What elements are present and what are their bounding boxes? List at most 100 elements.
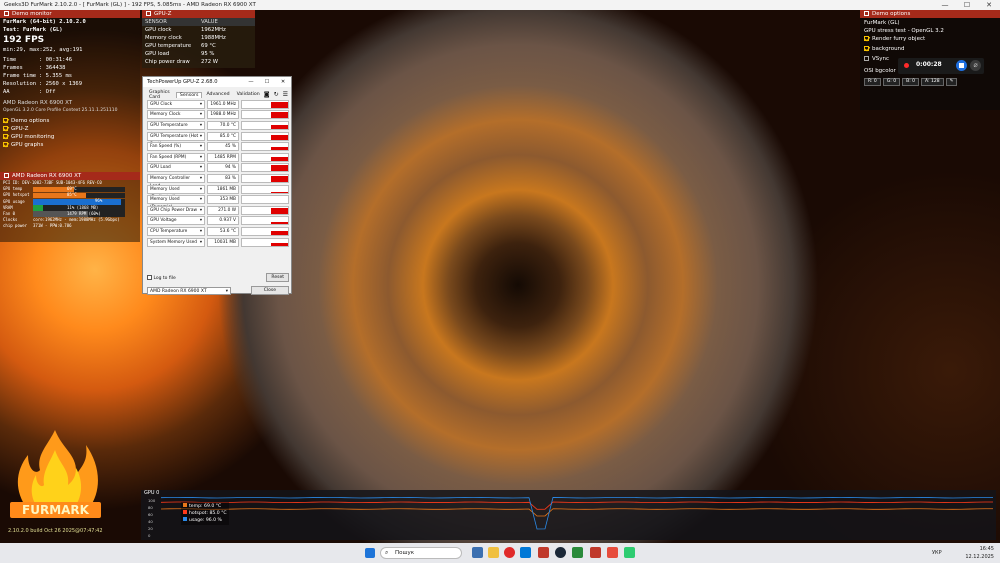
minimize-button[interactable]: — [934,1,956,9]
option-gpu-graphs[interactable]: GPU graphs [0,141,140,149]
refresh-icon[interactable]: ↻ [274,91,279,98]
opera-icon[interactable] [504,547,515,558]
bgcolor-field[interactable]: R: 0 [864,78,881,86]
sensor-name[interactable]: Memory Controller Load ▾ [147,173,205,189]
collapse-icon[interactable] [864,11,869,16]
tpu-minimize-button[interactable]: — [243,79,259,85]
sensor-name[interactable]: GPU Chip Power Draw ▾ [147,205,205,215]
gpuz-header[interactable]: GPU-Z [142,10,255,18]
sensor-name[interactable]: GPU Voltage ▾ [147,216,205,226]
checkbox-icon[interactable] [864,56,869,61]
stat-row: AA: Off [0,88,140,96]
chevron-down-icon: ▾ [199,197,202,203]
file-explorer-icon[interactable] [488,547,499,558]
tab-advanced[interactable]: Advanced [203,92,232,97]
sensor-name[interactable]: Memory Used (Dedicated) ▾ [147,184,205,200]
menu-icon[interactable]: ☰ [283,91,288,98]
record-icon[interactable] [904,63,909,68]
bgcolor-field[interactable]: G: 0 [882,78,901,86]
chevron-down-icon: ▾ [199,101,202,107]
sensor-graph-fill [271,101,288,108]
option-render-furry-object[interactable]: Render furry object [860,34,1000,44]
sensor-name[interactable]: GPU Temperature ▾ [147,120,205,130]
legend-item: usage: 96.0 % [183,517,227,524]
checkbox-icon[interactable] [864,36,869,41]
device-select[interactable]: AMD Radeon RX 6900 XT ▾ [147,286,231,295]
steam-icon[interactable] [555,547,566,558]
chevron-down-icon: ▾ [199,122,202,128]
furmark-taskbar-icon[interactable] [538,547,549,558]
app-icon[interactable] [572,547,583,558]
stop-button[interactable] [956,60,967,71]
sensor-row: GPU Chip Power Draw ▾ 271.0 W [147,205,289,216]
sensor-name[interactable]: GPU Temperature (Hot Spot)▾ [147,131,205,147]
collapse-icon[interactable] [4,173,9,178]
sensor-graph [241,205,289,215]
option-gpu-monitoring[interactable]: GPU monitoring [0,133,140,141]
sensor-name[interactable]: Fan Speed (%) ▾ [147,142,205,152]
gpuz-row: GPU temperature 69 °C [142,42,255,50]
series-line-hotspot [161,501,993,510]
gpu-panel-header[interactable]: AMD Radeon RX 6900 XT [0,172,140,180]
sensor-value: 83 % [207,173,239,183]
option-gpu-z[interactable]: GPU-Z [0,125,140,133]
taskbar: ⌕ Пошук УКР 16:45 12.12.2025 [0,543,1000,563]
tab-validation[interactable]: Validation [234,92,263,97]
sensor-name[interactable]: CPU Temperature ▾ [147,226,205,236]
bgcolor-field[interactable]: A: 128 [921,78,944,86]
sensor-name[interactable]: GPU Load ▾ [147,163,205,173]
sensor-name[interactable]: Fan Speed (RPM) ▾ [147,152,205,162]
sensor-row: CPU Temperature ▾ 53.6 °C [147,226,289,237]
option-background[interactable]: background [860,44,1000,54]
close-button[interactable]: ✕ [978,1,1000,9]
gpuz-taskbar-icon[interactable] [590,547,601,558]
color-picker-icon[interactable]: ✎ [945,78,958,86]
sensor-graph [241,110,289,120]
bgcolor-field[interactable]: B: 0 [902,78,920,86]
tpu-maximize-button[interactable]: ☐ [259,79,275,85]
start-icon[interactable] [365,548,375,558]
sensor-graph-fill [271,157,288,161]
language-indicator[interactable]: УКР [932,550,942,556]
demo-monitor-header[interactable]: Demo monitor [0,10,140,18]
checkbox-icon[interactable] [3,118,8,123]
gpuz-sensor-name: GPU temperature [145,43,192,49]
tab-sensors[interactable]: Sensors [175,91,203,98]
clock[interactable]: 16:45 12.12.2025 [965,545,994,561]
sensor-name-text: Fan Speed (RPM) [150,154,187,160]
collapse-icon[interactable] [4,11,9,16]
app2-icon[interactable] [607,547,618,558]
log-checkbox[interactable] [147,274,152,280]
checkbox-icon[interactable] [864,46,869,51]
chevron-down-icon: ▾ [199,144,202,150]
reset-button[interactable]: Reset [266,273,289,282]
app3-icon[interactable] [624,547,635,558]
checkbox-icon[interactable] [3,126,8,131]
sensor-name[interactable]: Memory Used (Dynamic) ▾ [147,195,205,210]
gpuz-row: Memory clock 1988MHz [142,34,255,42]
mic-icon[interactable]: ⌀ [970,60,981,71]
chevron-down-icon: ▾ [199,112,202,118]
stat-value: : 5.355 ms [39,73,73,79]
close-tpu-button[interactable]: Close [250,286,289,295]
legend-text: temp: 69.0 °C [189,504,222,509]
edge-icon[interactable] [520,547,531,558]
option-demo-options[interactable]: Demo options [0,117,140,125]
search-box[interactable]: ⌕ Пошук [380,547,462,559]
sensor-graph [241,237,289,247]
sensor-name[interactable]: System Memory Used ▾ [147,237,205,247]
tpu-close-button[interactable]: ✕ [275,79,291,85]
task-view-icon[interactable] [472,547,483,558]
sensor-name[interactable]: Memory Clock ▾ [147,110,205,120]
demo-options-header[interactable]: Demo options [860,10,1000,18]
sensor-name[interactable]: GPU Clock ▾ [147,99,205,109]
checkbox-icon[interactable] [3,142,8,147]
stat-label: Time [3,57,17,63]
collapse-icon[interactable] [146,11,151,16]
checkbox-icon[interactable] [3,134,8,139]
legend-text: usage: 96.0 % [189,518,222,523]
camera-icon[interactable]: ◙ [264,91,270,98]
sensor-graph-fill [271,147,288,151]
tab-graphics-card[interactable]: Graphics Card [146,90,175,100]
maximize-button[interactable]: ☐ [956,1,978,9]
